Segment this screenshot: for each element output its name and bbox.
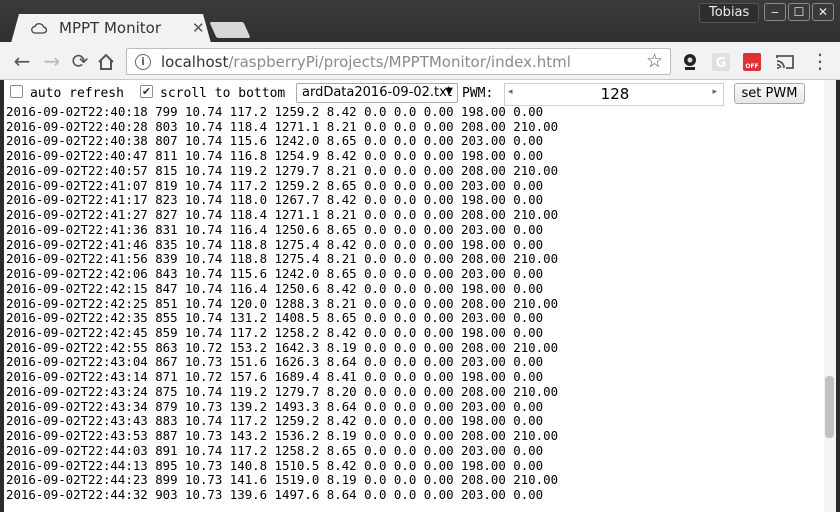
pwm-input[interactable]: ◂ 128 ▸ — [504, 83, 724, 106]
log-line: 2016-09-02T22:41:46 835 10.74 118.8 1275… — [6, 236, 544, 252]
cloud-icon — [31, 23, 47, 34]
title-bar: MPPT Monitor ✕ Tobias ‒ ☐ ✕ — [0, 0, 840, 43]
log-line: 2016-09-02T22:41:27 827 10.74 118.4 1271… — [6, 207, 559, 223]
info-icon[interactable]: i — [135, 54, 151, 70]
minimize-button[interactable]: ‒ — [764, 3, 786, 21]
log-line: 2016-09-02T22:44:23 899 10.73 141.6 1519… — [6, 472, 559, 488]
log-line: 2016-09-02T22:41:36 831 10.74 116.4 1250… — [6, 221, 544, 237]
log-line: 2016-09-02T22:43:43 883 10.74 117.2 1259… — [6, 413, 544, 429]
reload-button[interactable]: ⟳ — [68, 49, 92, 73]
log-line: 2016-09-02T22:44:32 903 10.73 139.6 1497… — [6, 487, 544, 503]
log-line: 2016-09-02T22:43:14 871 10.72 157.6 1689… — [6, 369, 544, 385]
address-bar[interactable]: i localhost/raspberryPi/projects/MPPTMon… — [126, 48, 671, 75]
log-line: 2016-09-02T22:40:47 811 10.74 116.8 1254… — [6, 148, 544, 164]
tab-close-icon[interactable]: ✕ — [192, 19, 205, 37]
log-line: 2016-09-02T22:40:57 815 10.74 119.2 1279… — [6, 162, 559, 178]
forward-button[interactable]: → — [40, 49, 64, 73]
set-pwm-button[interactable]: set PWM — [734, 83, 805, 104]
g-extension-icon[interactable]: G — [711, 52, 731, 72]
svg-text:G: G — [716, 56, 727, 71]
scroll-to-bottom-label: scroll to bottom — [160, 86, 286, 101]
svg-text:OFF: OFF — [745, 63, 758, 70]
log-line: 2016-09-02T22:40:18 799 10.74 117.2 1259… — [6, 104, 544, 119]
scrollbar[interactable] — [824, 80, 836, 512]
cast-icon[interactable] — [775, 52, 795, 72]
browser-tab[interactable]: MPPT Monitor ✕ — [11, 14, 211, 43]
tab-title: MPPT Monitor — [59, 19, 161, 37]
log-line: 2016-09-02T22:42:55 863 10.72 153.2 1642… — [6, 339, 559, 355]
pwm-label: PWM: — [462, 86, 494, 101]
log-line: 2016-09-02T22:40:28 803 10.74 118.4 1271… — [6, 118, 559, 134]
data-file-select[interactable]: ardData2016-09-02.txt ▼ — [296, 83, 458, 103]
page-content: auto refresh ✔ scroll to bottom ardData2… — [0, 80, 840, 512]
log-line: 2016-09-02T22:44:13 895 10.73 140.8 1510… — [6, 457, 544, 473]
data-log: 2016-09-02T22:40:18 799 10.74 117.2 1259… — [6, 104, 816, 503]
scroll-to-bottom-checkbox[interactable]: ✔ — [140, 85, 153, 98]
log-line: 2016-09-02T22:43:24 875 10.74 119.2 1279… — [6, 383, 559, 399]
log-line: 2016-09-02T22:42:35 855 10.74 131.2 1408… — [6, 310, 544, 326]
bookmark-star-icon[interactable]: ☆ — [646, 50, 663, 72]
adblock-off-icon[interactable]: OFF — [742, 52, 762, 72]
log-line: 2016-09-02T22:42:06 843 10.74 115.6 1242… — [6, 266, 544, 282]
log-line: 2016-09-02T22:43:34 879 10.73 139.2 1493… — [6, 398, 544, 414]
home-icon[interactable] — [96, 52, 116, 72]
control-bar: auto refresh ✔ scroll to bottom ardData2… — [4, 81, 836, 106]
profile-button[interactable]: Tobias — [699, 3, 760, 23]
log-line: 2016-09-02T22:42:15 847 10.74 116.4 1250… — [6, 280, 544, 296]
dropdown-arrow-icon: ▼ — [445, 86, 453, 97]
url-text[interactable]: localhost/raspberryPi/projects/MPPTMonit… — [161, 53, 571, 71]
log-line: 2016-09-02T22:41:17 823 10.74 118.0 1267… — [6, 192, 544, 208]
menu-icon[interactable]: ⋮ — [808, 49, 832, 73]
scrollbar-thumb[interactable] — [825, 376, 834, 438]
auto-refresh-checkbox[interactable] — [10, 85, 23, 98]
log-line: 2016-09-02T22:40:38 807 10.74 115.6 1242… — [6, 133, 544, 149]
log-line: 2016-09-02T22:43:53 887 10.73 143.2 1536… — [6, 428, 559, 444]
back-button[interactable]: ← — [10, 49, 34, 73]
log-line: 2016-09-02T22:41:56 839 10.74 118.8 1275… — [6, 251, 559, 267]
maximize-button[interactable]: ☐ — [788, 3, 810, 21]
log-line: 2016-09-02T22:42:25 851 10.74 120.0 1288… — [6, 295, 559, 311]
auto-refresh-label: auto refresh — [30, 86, 124, 101]
webcam-extension-icon[interactable] — [680, 52, 700, 72]
new-tab-button[interactable] — [209, 22, 251, 38]
log-line: 2016-09-02T22:44:03 891 10.74 117.2 1258… — [6, 442, 544, 458]
close-window-button[interactable]: ✕ — [812, 3, 834, 21]
log-line: 2016-09-02T22:42:45 859 10.74 117.2 1258… — [6, 325, 544, 341]
log-line: 2016-09-02T22:41:07 819 10.74 117.2 1259… — [6, 177, 544, 193]
increment-arrow-icon[interactable]: ▸ — [712, 87, 717, 97]
log-line: 2016-09-02T22:43:04 867 10.73 151.6 1626… — [6, 354, 544, 370]
browser-toolbar: ← → ⟳ i localhost/raspberryPi/projects/M… — [0, 42, 840, 80]
